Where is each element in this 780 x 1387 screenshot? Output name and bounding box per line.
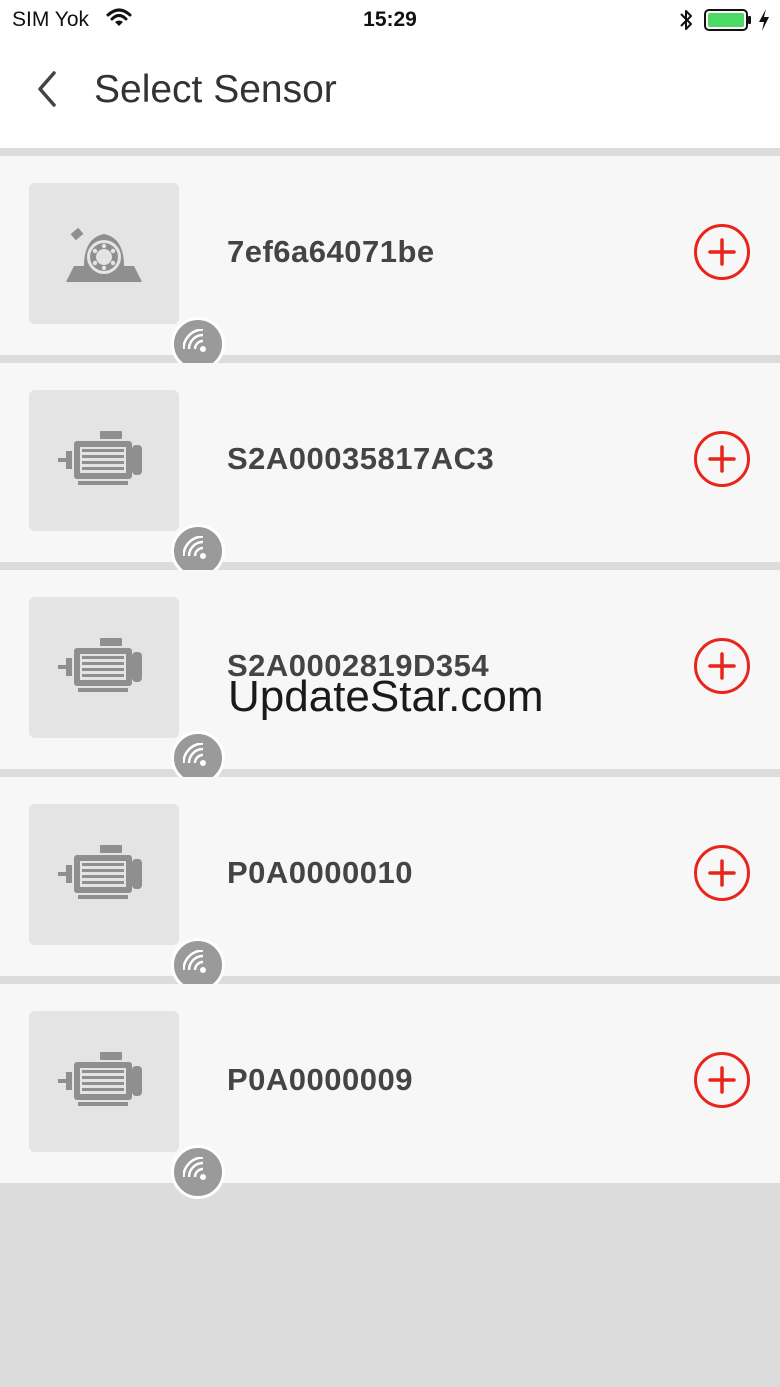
motor-icon (58, 431, 142, 485)
add-sensor-button[interactable] (694, 431, 750, 487)
add-sensor-button[interactable] (694, 638, 750, 694)
page-title: Select Sensor (94, 68, 337, 111)
sensor-id: S2A00035817AC3 (227, 441, 495, 476)
status-bar: SIM Yok 15:29 (0, 0, 780, 40)
sensor-row[interactable]: S2A0002819D354 (0, 570, 780, 785)
motor-icon (58, 1052, 142, 1106)
bluetooth-icon (680, 10, 692, 30)
navigation-bar: Select Sensor (0, 40, 780, 148)
sensor-row[interactable]: P0A0000009 (0, 984, 780, 1199)
back-button[interactable] (22, 64, 72, 114)
bearing-icon (66, 227, 142, 282)
sensor-thumbnail (29, 390, 225, 578)
charging-bolt-icon (759, 9, 769, 31)
sensor-id: 7ef6a64071be (227, 234, 435, 269)
wireless-signal-icon (183, 743, 206, 766)
chevron-left-icon (38, 71, 56, 107)
sensor-list: 7ef6a64071be S2A00035817AC3 S2A0002819D3… (0, 156, 780, 1199)
sensor-thumbnail (29, 183, 225, 371)
sensor-thumbnail (29, 1011, 225, 1199)
add-sensor-button[interactable] (694, 845, 750, 901)
plus-icon (708, 445, 736, 473)
sensor-row[interactable]: S2A00035817AC3 (0, 363, 780, 578)
battery-icon (704, 9, 751, 31)
add-sensor-button[interactable] (694, 224, 750, 280)
plus-icon (708, 859, 736, 887)
sensor-row[interactable]: P0A0000010 (0, 777, 780, 992)
add-sensor-button[interactable] (694, 1052, 750, 1108)
sensor-id: P0A0000010 (227, 855, 413, 890)
motor-icon (58, 845, 142, 899)
sensor-thumbnail (29, 804, 225, 992)
status-time: 15:29 (363, 8, 417, 31)
sensor-id: P0A0000009 (227, 1062, 413, 1097)
wireless-badge (171, 1145, 225, 1199)
wireless-signal-icon (183, 536, 206, 559)
plus-icon (708, 652, 736, 680)
wireless-signal-icon (183, 950, 206, 973)
plus-icon (708, 238, 736, 266)
plus-icon (708, 1066, 736, 1094)
motor-icon (58, 638, 142, 692)
sensor-thumbnail (29, 597, 225, 785)
wireless-signal-icon (183, 1157, 206, 1180)
wireless-signal-icon (183, 329, 206, 352)
sensor-id: S2A0002819D354 (227, 648, 490, 683)
sensor-row[interactable]: 7ef6a64071be (0, 156, 780, 371)
